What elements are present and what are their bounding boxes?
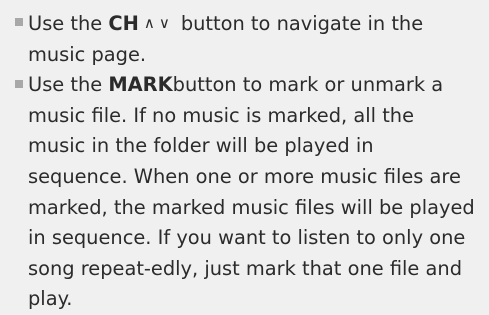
instruction-text-prefix: Use the [28, 73, 109, 97]
square-bullet-icon [15, 80, 23, 89]
instruction-item-ch: Use the CH ∧∨ button to navigate in the mu… [14, 8, 477, 70]
instruction-text-suffix: button to mark or unmark a music file. I… [28, 73, 475, 311]
mark-button-name: MARK [108, 73, 173, 97]
up-down-arrows-icon: ∧∨ [143, 14, 174, 32]
instruction-text-block: Use the CH ∧∨ button to navigate in the mu… [0, 0, 489, 310]
square-bullet-icon [15, 18, 23, 26]
instruction-list: Use the CH ∧∨ button to navigate in the mu… [14, 8, 477, 315]
ch-button-name: CH [108, 12, 139, 35]
instruction-text-prefix: Use the [28, 12, 109, 35]
instruction-item-mark: Use the MARKbutton to mark or unmark a m… [14, 70, 477, 315]
